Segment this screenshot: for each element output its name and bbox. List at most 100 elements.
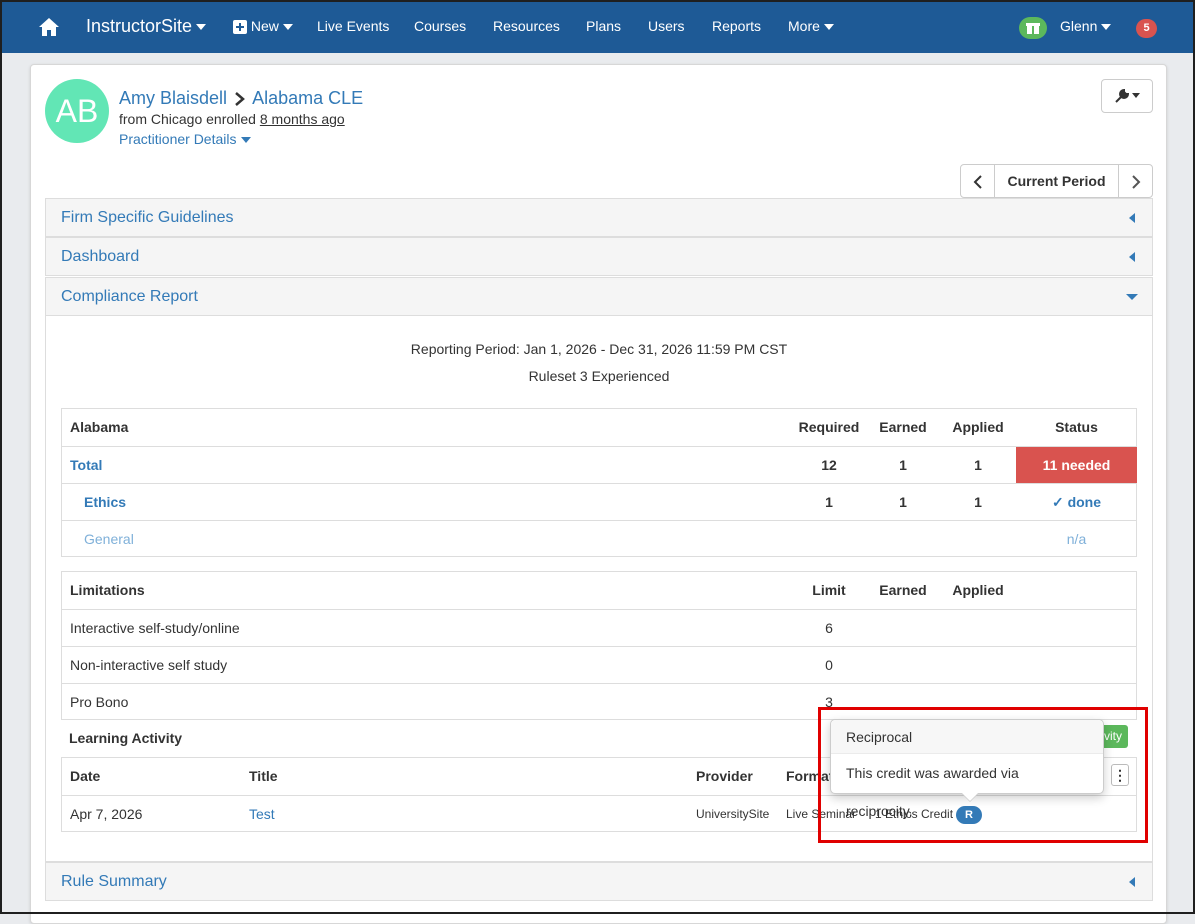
table-row: Non-interactive self study 0 [62,646,1136,683]
earned-value: 1 [899,494,907,510]
chevron-down-icon [240,137,251,144]
practitioner-details-label: Practitioner Details [119,131,237,147]
table-row: Pro Bono 3 [62,683,1136,720]
activity-title-link[interactable]: Test [249,796,275,833]
wrench-icon [1114,88,1129,103]
brand-label: InstructorSite [86,16,193,36]
caret-left-icon [1129,252,1135,262]
column-header: Limit [812,582,846,598]
nav-reports[interactable]: Reports [712,0,761,53]
firm-guidelines-panel-header[interactable]: Firm Specific Guidelines [45,198,1153,237]
column-header: Limitations [70,582,145,598]
column-header: Applied [952,419,1004,435]
brand-menu[interactable]: InstructorSite [86,0,207,53]
period-navigator: Current Period [960,164,1153,198]
user-name: Glenn [1060,18,1098,34]
status-text: done [1067,494,1102,510]
column-header: Earned [879,419,927,435]
chevron-left-icon [973,175,982,189]
limit-value: 0 [825,657,833,673]
requirement-ethics-link[interactable]: Ethics [84,484,126,521]
caret-down-icon [1126,294,1138,300]
top-navbar: InstructorSite New Live Events Courses R… [0,0,1195,53]
column-header: Required [798,419,860,435]
activity-provider: UniversitySite [696,807,770,821]
chevron-down-icon [823,24,834,31]
current-period-button[interactable]: Current Period [995,165,1118,197]
nav-users[interactable]: Users [648,0,685,53]
column-header: Title [249,768,278,784]
nav-plans[interactable]: Plans [586,0,621,53]
row-actions-menu-icon[interactable]: ⋮ [1111,764,1129,786]
table-header-row: Alabama Required Earned Applied Status [62,409,1136,446]
nav-live-events[interactable]: Live Events [317,0,389,53]
table-row: Ethics 1 1 1 ✓ done [62,483,1136,520]
activity-date: Apr 7, 2026 [70,806,143,822]
status-badge: 11 needed [1016,447,1137,483]
limit-value: 3 [825,694,833,710]
applied-value: 1 [974,457,982,473]
column-header: Provider [696,768,753,784]
nav-resources[interactable]: Resources [493,0,560,53]
column-header: Alabama [70,419,129,435]
chevron-down-icon [282,24,293,31]
enrollment-prefix: from Chicago enrolled [119,111,256,127]
panel-title: Rule Summary [61,873,167,890]
required-value: 12 [821,457,837,473]
enrolled-time: 8 months ago [259,111,345,127]
breadcrumb: Amy Blaisdell Alabama CLE [119,88,363,109]
user-name-link[interactable]: Amy Blaisdell [119,88,227,108]
enrollment-info: from Chicago enrolled 8 months ago [119,111,345,127]
required-value: 1 [825,494,833,510]
nav-courses[interactable]: Courses [414,0,466,53]
compliance-report-panel-header[interactable]: Compliance Report [45,277,1153,316]
user-menu[interactable]: Glenn [1060,0,1112,53]
table-row: Total 12 1 1 11 needed [62,446,1137,484]
column-header: Status [1055,419,1098,435]
earned-value: 1 [899,457,907,473]
previous-period-button[interactable] [961,165,995,197]
gift-icon[interactable] [1019,17,1047,39]
limitation-name: Interactive self-study/online [70,620,240,636]
requirement-total-link[interactable]: Total [70,447,102,484]
limitation-name: Non-interactive self study [70,657,228,673]
learning-activity-title: Learning Activity [69,730,183,746]
chevron-down-icon [1131,93,1140,99]
dashboard-panel-header[interactable]: Dashboard [45,237,1153,276]
limitations-table: Limitations Limit Earned Applied Interac… [61,571,1137,720]
avatar: AB [45,79,109,143]
panel-title: Compliance Report [61,288,198,305]
program-link[interactable]: Alabama CLE [252,88,363,108]
settings-dropdown-button[interactable] [1101,79,1153,113]
caret-left-icon [1129,877,1135,887]
notification-badge[interactable]: 5 [1136,19,1157,38]
status-done: ✓ done [1016,484,1137,521]
table-row: Interactive self-study/online 6 [62,609,1136,646]
caret-left-icon [1129,213,1135,223]
chevron-down-icon [196,24,207,31]
popover-title: Reciprocal [831,720,1103,754]
limit-value: 6 [825,620,833,636]
more-menu[interactable]: More [788,0,834,53]
status-na: n/a [1066,531,1087,547]
requirement-general-link[interactable]: General [84,521,134,558]
chevron-down-icon [1101,24,1112,31]
plus-square-icon [233,20,247,35]
new-label: New [250,18,279,34]
practitioner-details-toggle[interactable]: Practitioner Details [119,131,251,147]
table-row: General n/a [62,520,1136,557]
column-header: Applied [952,582,1004,598]
check-icon: ✓ [1051,494,1068,510]
next-period-button[interactable] [1118,165,1152,197]
column-header: Format [786,768,834,784]
applied-value: 1 [974,494,982,510]
reciprocal-popover: Reciprocal This credit was awarded via r… [830,719,1104,819]
chevron-right-icon [235,92,245,107]
new-menu[interactable]: New [233,0,293,53]
rule-summary-panel-header[interactable]: Rule Summary [45,862,1153,901]
more-label: More [788,18,820,34]
home-icon[interactable] [38,0,60,53]
ruleset: Ruleset 3 Experienced [528,368,670,384]
column-header: Date [70,768,101,784]
panel-title: Dashboard [61,248,140,265]
